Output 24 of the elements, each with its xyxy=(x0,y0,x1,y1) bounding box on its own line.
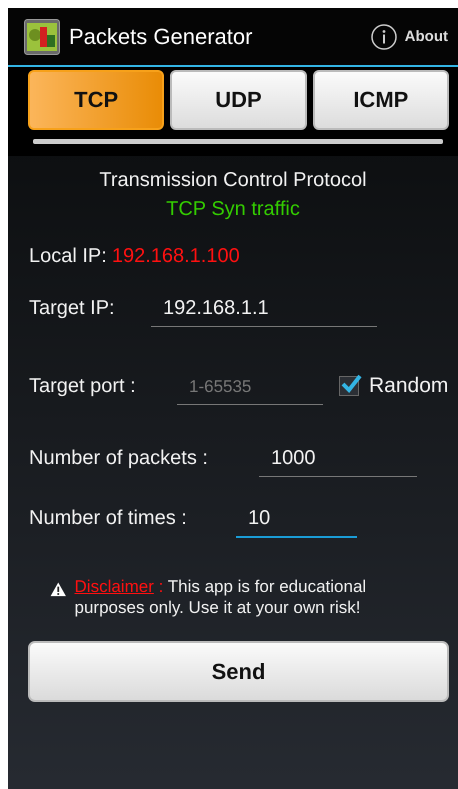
field-label: Target IP: xyxy=(29,296,116,320)
local-ip-label: Local IP: xyxy=(29,245,107,268)
send-button[interactable]: Send xyxy=(28,641,449,702)
input-field[interactable]: 1000 xyxy=(259,439,417,477)
protocol-tab[interactable]: ICMP xyxy=(312,70,449,130)
check-icon xyxy=(340,373,362,395)
field-label: Target port : xyxy=(29,374,137,398)
local-ip-value: 192.168.1.100 xyxy=(112,245,240,268)
random-checkbox[interactable]: Random xyxy=(339,374,448,398)
protocol-tab[interactable]: UDP xyxy=(170,70,307,130)
app-title: Packets Generator xyxy=(69,24,254,50)
field-label: Number of times : xyxy=(29,507,188,530)
protocol-tab[interactable]: TCP xyxy=(28,70,164,130)
app-logo-icon xyxy=(24,18,60,54)
protocol-title: Transmission Control Protocol xyxy=(99,169,367,192)
disclaimer-text: Disclaimer : This app is for educational purposes only. Use it at your own risk! xyxy=(74,576,368,618)
about-button[interactable]: About xyxy=(366,20,452,54)
disclaimer-link[interactable]: Disclaimer xyxy=(74,577,154,596)
input-field[interactable]: 10 xyxy=(236,499,357,538)
traffic-type-text: TCP Syn traffic xyxy=(166,198,300,221)
input-field[interactable]: 1-65535 xyxy=(177,367,323,405)
info-icon xyxy=(370,24,397,50)
input-field[interactable]: 192.168.1.1 xyxy=(151,289,377,327)
field-label: Number of packets : xyxy=(29,446,209,470)
